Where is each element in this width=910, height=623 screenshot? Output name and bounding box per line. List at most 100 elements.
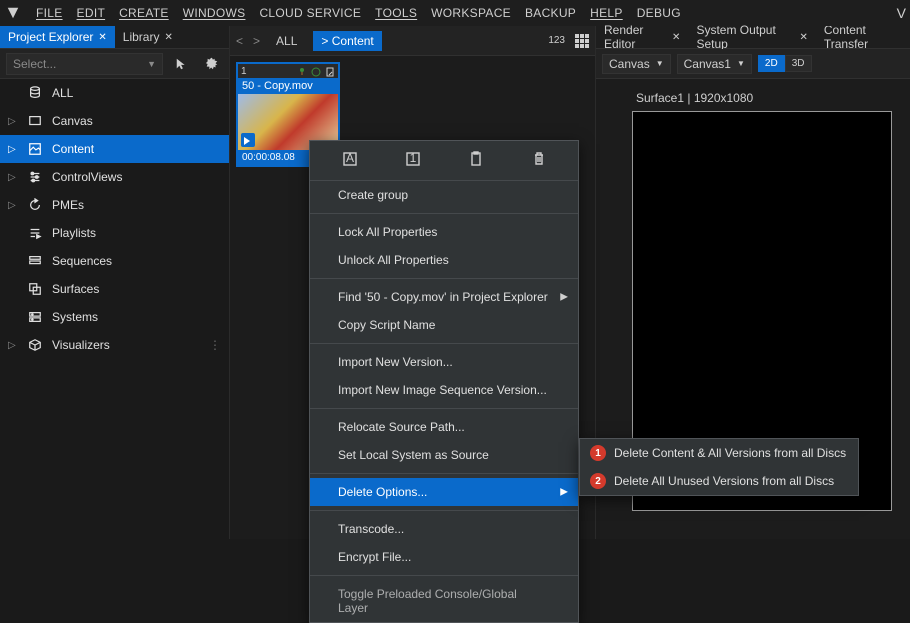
play-icon <box>244 137 250 145</box>
ctx-toggle-preloaded[interactable]: Toggle Preloaded Console/Global Layer <box>310 580 578 622</box>
tree-label: Playlists <box>52 226 96 240</box>
pointer-icon[interactable] <box>171 53 193 75</box>
chevron-down-icon: ▼ <box>147 59 156 69</box>
select-placeholder: Select... <box>13 57 56 71</box>
sliders-icon <box>26 169 44 185</box>
menu-create[interactable]: CREATE <box>119 6 169 20</box>
right-tabbar: Render Editor ✕ System Output Setup ✕ Co… <box>596 26 910 49</box>
breadcrumb-all[interactable]: ALL <box>270 32 303 50</box>
menu-help[interactable]: HELP <box>590 6 623 20</box>
menu-edit[interactable]: EDIT <box>77 6 106 20</box>
nav-back-icon[interactable]: < <box>236 34 243 48</box>
tab-label: Library <box>123 30 160 44</box>
ctx-unlock-all[interactable]: Unlock All Properties <box>310 246 578 274</box>
canvas-type-dropdown[interactable]: Canvas ▼ <box>602 54 671 74</box>
tree-label: PMEs <box>52 198 84 212</box>
grid-view-icon[interactable] <box>575 34 589 48</box>
menu-windows[interactable]: WINDOWS <box>183 6 246 20</box>
submenu-label: Delete Content & All Versions from all D… <box>614 446 846 460</box>
drag-handle-icon[interactable]: ⋮ <box>209 338 221 352</box>
ctx-label: Delete Options... <box>338 485 427 499</box>
globe-mini-icon <box>311 66 321 76</box>
tree-label: Surfaces <box>52 282 99 296</box>
seg-3d-button[interactable]: 3D <box>785 55 812 72</box>
tab-system-output-setup[interactable]: System Output Setup ✕ <box>688 26 815 48</box>
ctx-copy-script-name[interactable]: Copy Script Name <box>310 311 578 339</box>
nav-forward-icon[interactable]: > <box>253 34 260 48</box>
rename-1-icon[interactable]: 1 <box>405 151 421 170</box>
playlist-icon <box>26 225 44 241</box>
ctx-import-new-sequence[interactable]: Import New Image Sequence Version... <box>310 376 578 404</box>
submenu-delete-unused-versions[interactable]: 2 Delete All Unused Versions from all Di… <box>580 467 858 495</box>
canvas-icon <box>26 113 44 129</box>
tree-item-all[interactable]: ▷ ALL <box>0 79 229 107</box>
menu-file[interactable]: FILE <box>36 6 63 20</box>
ctx-import-new-version[interactable]: Import New Version... <box>310 348 578 376</box>
tree-item-systems[interactable]: ▷ Systems <box>0 303 229 331</box>
canvas-select-dropdown[interactable]: Canvas1 ▼ <box>677 54 752 74</box>
surface-info-label: Surface1 | 1920x1080 <box>636 91 910 105</box>
select-dropdown[interactable]: Select... ▼ <box>6 53 163 75</box>
file-mini-icon <box>325 66 335 76</box>
badge-2-icon: 2 <box>590 473 606 489</box>
tree-item-playlists[interactable]: ▷ Playlists <box>0 219 229 247</box>
select-row: Select... ▼ <box>0 49 229 79</box>
menu-cloud-service[interactable]: CLOUD SERVICE <box>259 6 361 20</box>
tab-library[interactable]: Library ✕ <box>115 26 181 48</box>
tree-item-canvas[interactable]: ▷ Canvas <box>0 107 229 135</box>
close-icon[interactable]: ✕ <box>672 32 680 43</box>
left-tabbar: Project Explorer ✕ Library ✕ <box>0 26 229 49</box>
ctx-relocate-source[interactable]: Relocate Source Path... <box>310 413 578 441</box>
view-mode-segment: 2D 3D <box>758 55 812 72</box>
thumb-head: 1 <box>238 64 338 78</box>
tree-item-content[interactable]: ▷ Content <box>0 135 229 163</box>
context-menu: A 1 Create group Lock All Properties Unl… <box>309 140 579 623</box>
clipboard-icon[interactable] <box>468 151 484 170</box>
chevron-right-icon: ▶ <box>560 292 568 303</box>
ctx-create-group[interactable]: Create group <box>310 181 578 209</box>
tree-label: Canvas <box>52 114 93 128</box>
ctx-set-local-source[interactable]: Set Local System as Source <box>310 441 578 469</box>
menu-tools[interactable]: TOOLS <box>375 6 417 20</box>
tab-label: Project Explorer <box>8 30 93 44</box>
dropdown-label: Canvas1 <box>684 57 731 71</box>
menu-workspace[interactable]: WORKSPACE <box>431 6 511 20</box>
close-icon[interactable]: ✕ <box>799 32 807 43</box>
tree-item-controlviews[interactable]: ▷ ControlViews <box>0 163 229 191</box>
tree-item-pmes[interactable]: ▷ PMEs <box>0 191 229 219</box>
menu-debug[interactable]: DEBUG <box>637 6 681 20</box>
rotate-icon <box>26 197 44 213</box>
tree-item-sequences[interactable]: ▷ Sequences <box>0 247 229 275</box>
close-icon[interactable]: ✕ <box>164 32 172 43</box>
tab-content-transfer[interactable]: Content Transfer <box>816 26 910 48</box>
tab-render-editor[interactable]: Render Editor ✕ <box>596 26 688 48</box>
breadcrumb-content[interactable]: > Content <box>313 31 381 51</box>
ctx-find-in-explorer[interactable]: Find '50 - Copy.mov' in Project Explorer… <box>310 283 578 311</box>
ctx-lock-all[interactable]: Lock All Properties <box>310 218 578 246</box>
chevron-down-icon: ▼ <box>656 59 664 68</box>
badge-1-icon: 1 <box>590 445 606 461</box>
ctx-delete-options[interactable]: Delete Options... ▶ <box>310 478 578 506</box>
tree-label: Sequences <box>52 254 112 268</box>
close-icon[interactable]: ✕ <box>98 32 106 43</box>
tree-mini-icon <box>297 66 307 76</box>
menu-backup[interactable]: BACKUP <box>525 6 576 20</box>
tab-label: Render Editor <box>604 23 667 51</box>
seg-2d-button[interactable]: 2D <box>758 55 785 72</box>
tab-project-explorer[interactable]: Project Explorer ✕ <box>0 26 115 48</box>
ctx-encrypt-file[interactable]: Encrypt File... <box>310 543 578 571</box>
title-partial: V <box>897 5 906 21</box>
tree-item-surfaces[interactable]: ▷ Surfaces <box>0 275 229 303</box>
tab-label: System Output Setup <box>696 23 794 51</box>
systems-icon <box>26 309 44 325</box>
context-icon-row: A 1 <box>310 141 578 181</box>
gear-icon[interactable] <box>201 53 223 75</box>
trash-icon[interactable] <box>531 151 547 170</box>
content-toolbar: < > ALL > Content 123 <box>230 26 595 56</box>
chevron-right-icon: ▶ <box>560 487 568 498</box>
tree-item-visualizers[interactable]: ▷ Visualizers ⋮ <box>0 331 229 359</box>
sort-numeric-icon[interactable]: 123 <box>548 35 565 46</box>
rename-a-icon[interactable]: A <box>342 151 358 170</box>
submenu-delete-all-versions[interactable]: 1 Delete Content & All Versions from all… <box>580 439 858 467</box>
sequences-icon <box>26 253 44 269</box>
